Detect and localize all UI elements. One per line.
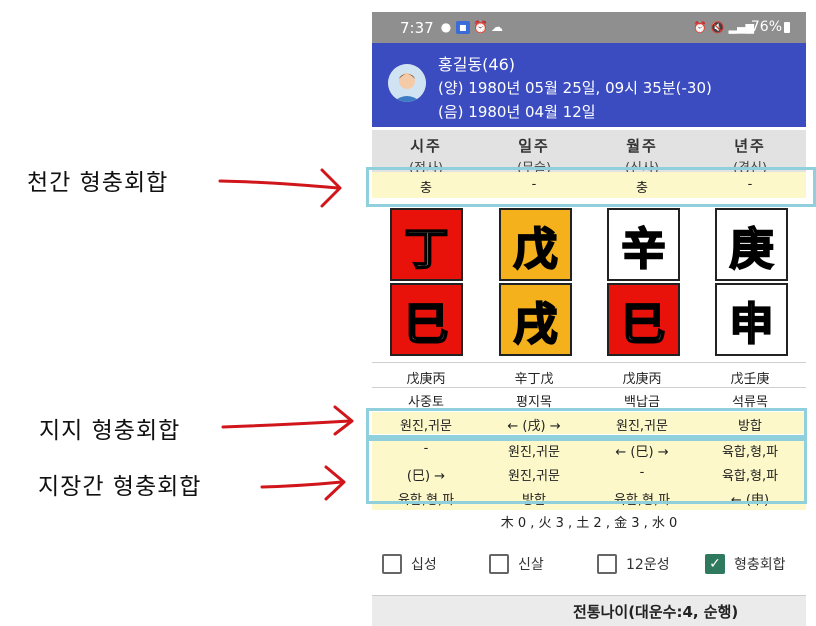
- hidden-stems-day: 辛丁戊: [514, 372, 554, 387]
- stem-box-month[interactable]: 辛: [607, 208, 680, 281]
- profile-header[interactable]: 홍길동(46) (양) 1980년 05월 25일, 09시 35분(-30) …: [372, 43, 806, 127]
- branch-box-hour[interactable]: 巳: [390, 283, 463, 356]
- hidden-stems-month: 戊庚丙: [622, 372, 662, 387]
- hidden-stems-year: 戊壬庚: [730, 372, 770, 387]
- chat-bubble-icon: ●: [440, 20, 452, 34]
- status-bar: 7:37 ● ▪ ⏰ ☁ ⏰ 🔇 ▂▄▆ 76%: [372, 12, 806, 43]
- avatar: [388, 64, 426, 102]
- alarm-icon: ⏰: [693, 21, 707, 34]
- hidden-stems-hour: 戊庚丙: [406, 372, 446, 387]
- stem-box-day[interactable]: 戊: [499, 208, 572, 281]
- footer-bar: 전통나이(대운수:4, 순행): [372, 595, 806, 626]
- checkbox-icon[interactable]: [382, 554, 402, 574]
- solar-birthdate: (양) 1980년 05월 25일, 09시 35분(-30): [438, 79, 712, 97]
- alarm-icon: ⏰: [473, 20, 488, 34]
- highlight-branch-relations: [366, 408, 807, 438]
- hidden-stems-row: 戊庚丙 辛丁戊 戊庚丙 戊壬庚: [372, 365, 806, 387]
- napeum-row: 사중토 평지목 백납금 석류목: [372, 388, 806, 410]
- checkbox-icon[interactable]: [489, 554, 509, 574]
- checkbox-checked-icon[interactable]: ✓: [705, 554, 725, 574]
- option-sipseong[interactable]: 십성: [382, 554, 437, 574]
- branch-box-month[interactable]: 巳: [607, 283, 680, 356]
- status-time: 7:37: [400, 19, 434, 37]
- stem-box-hour[interactable]: 丁: [390, 208, 463, 281]
- highlight-stem-relations: [366, 167, 816, 207]
- app-icon: ▪: [456, 21, 470, 34]
- option-hyeongchung[interactable]: ✓ 형충회합: [705, 554, 786, 574]
- highlight-hidden-relations: [366, 438, 807, 504]
- battery-percent: 76%: [750, 19, 782, 35]
- phone-screen: 7:37 ● ▪ ⏰ ☁ ⏰ 🔇 ▂▄▆ 76% 홍길동(46) (양) 198…: [372, 12, 806, 626]
- stem-box-year[interactable]: 庚: [715, 208, 788, 281]
- five-elements-summary: 木 0 , 火 3 , 土 2 , 金 3 , 水 0: [500, 516, 678, 531]
- mute-icon: 🔇: [710, 21, 725, 34]
- checkbox-icon[interactable]: [597, 554, 617, 574]
- profile-name: 홍길동(46): [438, 55, 516, 74]
- arrow-branch: [221, 419, 352, 429]
- footer-label: 전통나이(대운수:4, 순행): [573, 603, 739, 621]
- option-sinsal[interactable]: 신살: [489, 554, 544, 574]
- options-row: 십성 신살 12운성 ✓ 형충회합: [372, 546, 806, 586]
- branch-box-day[interactable]: 戌: [499, 283, 572, 356]
- branch-box-year[interactable]: 申: [715, 283, 788, 356]
- cloud-icon: ☁: [491, 20, 503, 34]
- lunar-birthdate: (음) 1980년 04월 12일: [438, 103, 596, 121]
- divider: [372, 362, 806, 363]
- option-12unseong[interactable]: 12운성: [597, 554, 670, 574]
- arrow-stem: [218, 179, 340, 190]
- arrow-hidden: [260, 480, 344, 489]
- battery-icon: [784, 22, 790, 33]
